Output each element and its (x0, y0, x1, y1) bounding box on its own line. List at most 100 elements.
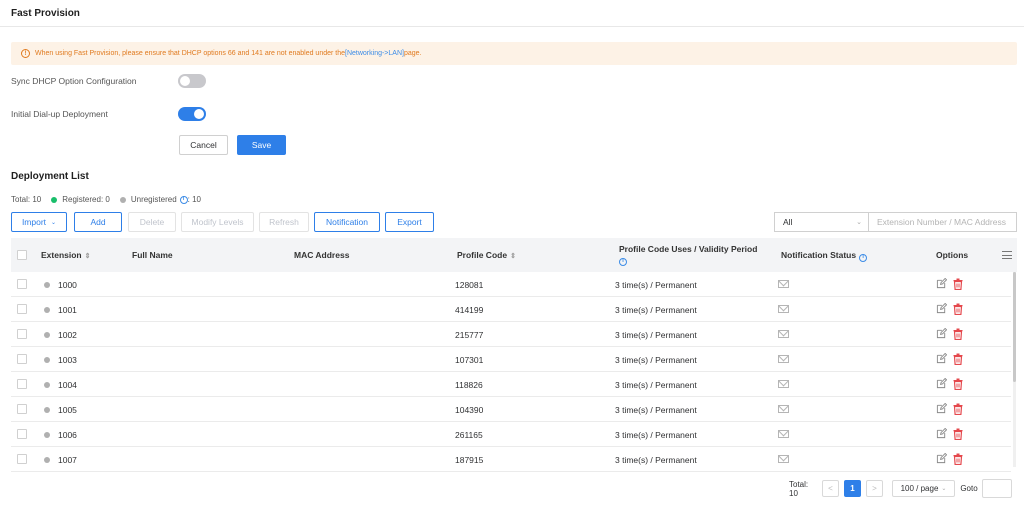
edit-icon[interactable] (936, 453, 947, 464)
page-size-select[interactable]: 100 / page ⌄ (892, 480, 955, 497)
edit-icon[interactable] (936, 328, 947, 339)
cell-profile-code: 261165 (455, 430, 483, 440)
sync-dhcp-label: Sync DHCP Option Configuration (11, 76, 137, 86)
next-page-button[interactable]: > (866, 480, 883, 497)
warning-icon: ! (21, 49, 30, 58)
status-dot (44, 407, 50, 413)
page-1-button[interactable]: 1 (844, 480, 861, 497)
table-row[interactable]: 1003 107301 3 time(s) / Permanent (11, 347, 1011, 372)
select-all-checkbox[interactable] (17, 250, 27, 260)
info-icon[interactable]: i (619, 258, 627, 266)
refresh-button[interactable]: Refresh (259, 212, 309, 232)
delete-icon[interactable] (953, 378, 963, 390)
import-button[interactable]: Import ⌄ (11, 212, 67, 232)
row-checkbox[interactable] (17, 329, 27, 339)
cell-uses-validity: 3 time(s) / Permanent (615, 430, 697, 440)
status-filter-select[interactable]: All ⌄ (774, 212, 868, 232)
prev-page-button[interactable]: < (822, 480, 839, 497)
table-row[interactable]: 1001 414199 3 time(s) / Permanent (11, 297, 1011, 322)
chevron-down-icon: ⌄ (856, 219, 862, 226)
edit-icon[interactable] (936, 403, 947, 414)
edit-icon[interactable] (936, 428, 947, 439)
row-checkbox[interactable] (17, 379, 27, 389)
total-count: Total: 10 (11, 195, 42, 204)
delete-icon[interactable] (953, 328, 963, 340)
cell-uses-validity: 3 time(s) / Permanent (615, 305, 697, 315)
import-label: Import (21, 217, 47, 227)
notification-button[interactable]: Notification (314, 212, 380, 232)
edit-icon[interactable] (936, 378, 947, 389)
delete-icon[interactable] (953, 403, 963, 415)
page-title: Fast Provision (11, 8, 80, 19)
col-uses-validity: Profile Code Uses / Validity Period i (619, 244, 757, 266)
status-dot (44, 432, 50, 438)
edit-icon[interactable] (936, 278, 947, 289)
row-checkbox[interactable] (17, 404, 27, 414)
info-icon[interactable]: i (859, 253, 868, 262)
edit-icon[interactable] (936, 303, 947, 314)
row-checkbox[interactable] (17, 304, 27, 314)
row-checkbox[interactable] (17, 279, 27, 289)
info-icon[interactable]: i (179, 195, 188, 204)
add-button[interactable]: Add (74, 212, 122, 232)
cell-uses-validity: 3 time(s) / Permanent (615, 405, 697, 415)
cell-profile-code: 104390 (455, 405, 484, 415)
save-button[interactable]: Save (237, 135, 286, 155)
delete-icon[interactable] (953, 453, 963, 465)
table-row[interactable]: 1002 215777 3 time(s) / Permanent (11, 322, 1011, 347)
sync-dhcp-toggle[interactable] (178, 74, 206, 88)
notice-text-after: page. (403, 50, 422, 57)
cell-extension: 1004 (58, 380, 77, 390)
status-dot (44, 382, 50, 388)
col-extension[interactable]: Extension ⇕ (41, 250, 91, 260)
mail-icon (778, 380, 789, 388)
goto-page-input[interactable] (982, 479, 1012, 498)
initial-dialup-toggle[interactable] (178, 107, 206, 121)
col-full-name: Full Name (132, 250, 173, 260)
mail-icon (778, 430, 789, 438)
mail-icon (778, 455, 789, 463)
cell-uses-validity: 3 time(s) / Permanent (615, 380, 697, 390)
sort-icon[interactable]: ⇕ (85, 253, 91, 260)
toggle-knob (180, 76, 190, 86)
cell-profile-code: 414199 (455, 305, 484, 315)
col-profile-code[interactable]: Profile Code ⇕ (457, 250, 516, 260)
table-scrollbar[interactable] (1013, 272, 1016, 467)
mail-icon (778, 305, 789, 313)
row-checkbox[interactable] (17, 454, 27, 464)
delete-icon[interactable] (953, 278, 963, 290)
status-dot (44, 457, 50, 463)
unregistered-label: Unregistered (130, 195, 177, 204)
delete-button[interactable]: Delete (128, 212, 176, 232)
initial-dialup-label: Initial Dial-up Deployment (11, 109, 108, 119)
table-row[interactable]: 1007 187915 3 time(s) / Permanent (11, 447, 1011, 472)
table-row[interactable]: 1004 118826 3 time(s) / Permanent (11, 372, 1011, 397)
scrollbar-thumb[interactable] (1013, 272, 1016, 382)
delete-icon[interactable] (953, 303, 963, 315)
export-button[interactable]: Export (385, 212, 434, 232)
deployment-stats: Total: 10 Registered: 0 Unregistered i :… (11, 195, 201, 204)
cell-extension: 1007 (58, 455, 77, 465)
table-row[interactable]: 1006 261165 3 time(s) / Permanent (11, 422, 1011, 447)
cancel-button[interactable]: Cancel (179, 135, 228, 155)
table-row[interactable]: 1005 104390 3 time(s) / Permanent (11, 397, 1011, 422)
mail-icon (778, 355, 789, 363)
pagination-total: Total: 10 (789, 479, 809, 498)
edit-icon[interactable] (936, 353, 947, 364)
networking-lan-link[interactable]: [Networking->LAN] (345, 50, 404, 57)
row-checkbox[interactable] (17, 354, 27, 364)
modify-levels-button[interactable]: Modify Levels (181, 212, 254, 232)
mail-icon (778, 330, 789, 338)
table-row[interactable]: 1000 128081 3 time(s) / Permanent (11, 272, 1011, 297)
sort-icon[interactable]: ⇕ (510, 253, 516, 260)
status-dot (44, 357, 50, 363)
column-settings-icon[interactable] (1002, 251, 1012, 259)
cell-extension: 1006 (58, 430, 77, 440)
delete-icon[interactable] (953, 353, 963, 365)
search-input[interactable] (868, 212, 1017, 232)
cell-extension: 1003 (58, 355, 77, 365)
row-checkbox[interactable] (17, 429, 27, 439)
registered-dot (51, 196, 58, 203)
delete-icon[interactable] (953, 428, 963, 440)
col-extension-label: Extension (41, 250, 82, 260)
